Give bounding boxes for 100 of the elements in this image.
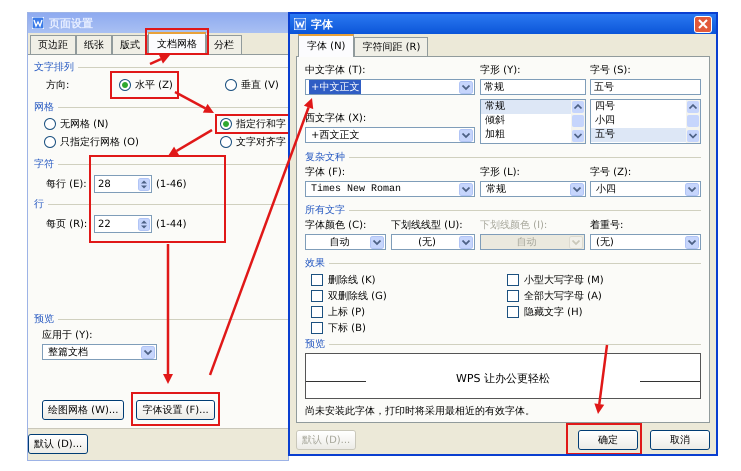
input-field[interactable]: 五号 [590,79,701,95]
dropdown[interactable]: (无) [391,234,475,250]
number-field[interactable]: 22 [94,215,152,233]
number-field[interactable]: 28 [94,175,152,193]
listbox[interactable]: 常规 倾斜 加粗 [480,99,586,144]
spin-button[interactable] [138,218,150,230]
caret-icon[interactable] [570,182,584,196]
checkbox[interactable] [311,274,323,286]
field-label: 应用于 (Y): [42,328,94,342]
tab[interactable]: 字符间距 (R) [354,37,428,56]
section-heading: 效果 [305,257,325,270]
checkbox[interactable] [507,290,519,302]
tab[interactable]: 纸张 [76,35,112,54]
dropdown[interactable]: (无) [590,234,701,250]
scrollbar[interactable] [571,100,585,143]
radio-option[interactable]: 无网格 (N) [44,117,108,131]
app-icon [294,18,306,30]
radio-option[interactable]: 指定行和字 [220,117,286,131]
window-title: 字体 [311,16,334,32]
radio-option[interactable]: 垂直 (V) [225,78,279,92]
list-item[interactable]: 常规 [481,100,571,114]
checkbox-option[interactable]: 上标 (P) [311,304,507,320]
field-label: 方向: [46,78,70,92]
checkbox-option[interactable]: 小型大写字母 (M) [507,272,701,288]
field-label: 字号 (S): [590,64,632,77]
caret-icon[interactable] [141,346,155,358]
checkbox-option[interactable]: 全部大写字母 (A) [507,288,701,304]
section-heading: 复杂文种 [305,150,345,164]
caret-icon[interactable] [459,182,473,196]
input-field[interactable]: 常规 [480,79,586,95]
radio-button[interactable] [44,118,56,130]
tab[interactable]: 字体 (N) [298,34,354,57]
checkbox[interactable] [507,306,519,318]
dropdown[interactable]: +西文正文 [305,127,475,143]
dropdown[interactable]: +中文正文 [305,79,475,95]
list-item[interactable]: 加粗 [481,128,571,142]
field-label: 字体 (F): [305,166,346,179]
caret-icon[interactable] [685,236,699,248]
checkbox[interactable] [507,274,519,286]
range-hint: (1-46) [156,178,186,190]
dialog-button[interactable]: 确定 [578,430,638,450]
list-item[interactable]: 五号 [591,128,686,142]
close-button[interactable] [694,16,712,32]
highlight-frame [145,28,209,55]
checkbox-option[interactable]: 下标 (B) [311,320,507,336]
checkbox-option[interactable]: 隐藏文字 (H) [507,304,701,320]
radio-button[interactable] [220,118,232,130]
radio-option[interactable]: 水平 (Z) [119,78,173,92]
dialog-button[interactable]: 默认 (D)... [28,434,88,454]
radio-option[interactable]: 文字对齐字 [220,135,286,149]
field-label: 中文字体 (T): [305,64,366,77]
checkbox-option[interactable]: 双删除线 (G) [311,288,507,304]
field-label: 每页 (R): [46,218,88,231]
spin-button[interactable] [138,178,150,190]
checkbox[interactable] [311,306,323,318]
section-heading: 预览 [34,313,54,326]
field-label: 字形 (Y): [480,64,522,77]
section-heading: 所有文字 [305,204,345,217]
dialog-button[interactable]: 绘图网格 (W)... [42,400,124,420]
tab[interactable]: 文档网格 [148,32,206,55]
tab[interactable]: 页边距 [30,35,76,54]
tab[interactable]: 版式 [112,35,148,54]
dropdown[interactable]: 自动 [305,234,386,250]
dropdown[interactable]: 常规 [480,181,586,197]
section-heading: 行 [34,198,44,211]
listbox[interactable]: 四号 小四 五号 [590,99,701,144]
section-heading: 字符 [34,158,54,171]
list-item[interactable]: 倾斜 [481,114,571,128]
app-icon [32,17,44,29]
section-heading: 文字排列 [34,60,74,74]
annotation-arrow [149,54,170,66]
preview-text: WPS 让办公更轻松 [455,370,551,386]
checkbox-option[interactable]: 删除线 (K) [311,272,507,288]
caret-icon[interactable] [685,182,699,196]
dropdown[interactable]: 小四 [590,181,701,197]
note-text: 尚未安装此字体，打印时将采用最相近的有效字体。 [305,404,536,418]
dialog-button[interactable]: 字体设置 (F)... [136,400,215,420]
radio-option[interactable]: 只指定行网格 (O) [44,135,139,149]
field-label: 字形 (L): [480,166,521,179]
dropdown[interactable]: Times New Roman [305,181,475,197]
checkbox[interactable] [311,290,323,302]
dialog-button[interactable]: 取消 [650,430,710,450]
caret-icon[interactable] [370,236,384,248]
radio-button[interactable] [44,136,56,148]
annotation-arrow [594,344,608,414]
radio-button[interactable] [119,79,131,91]
scrollbar[interactable] [686,100,700,143]
range-hint: (1-44) [156,218,186,230]
section-heading: 预览 [305,338,325,351]
dropdown[interactable]: 整篇文档 [42,344,157,360]
list-item[interactable]: 小四 [591,114,686,128]
radio-button[interactable] [220,136,232,148]
caret-icon[interactable] [459,80,473,94]
list-item[interactable]: 四号 [591,100,686,114]
caret-icon[interactable] [459,128,473,142]
checkbox[interactable] [311,322,323,334]
tab[interactable]: 分栏 [206,35,242,54]
field-label: 着重号: [590,218,624,232]
radio-button[interactable] [225,79,237,91]
caret-icon[interactable] [459,236,473,248]
